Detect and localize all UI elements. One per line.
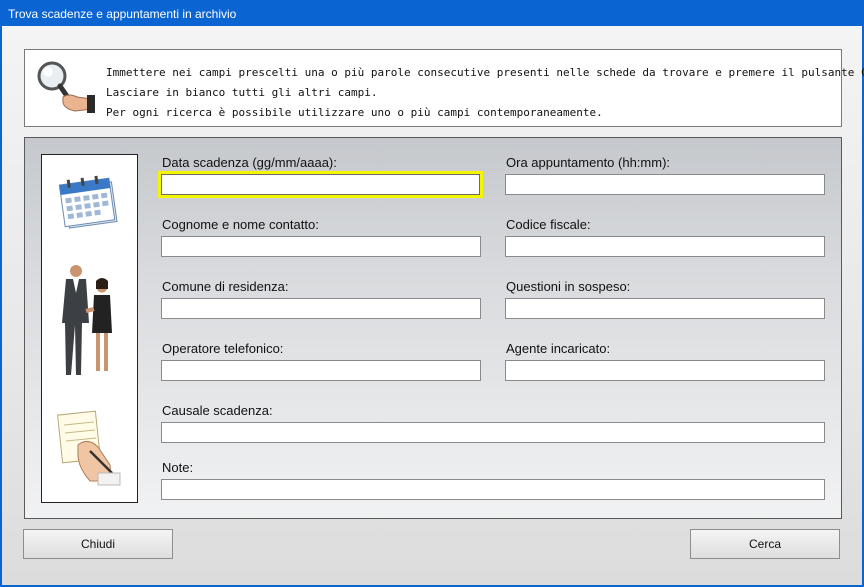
codice-fiscale-label: Codice fiscale: [506, 217, 591, 232]
causale-scadenza-label: Causale scadenza: [162, 403, 273, 418]
dialog-window: Immettere nei campi prescelti una o più … [2, 26, 864, 585]
window-titlebar[interactable]: Trova scadenze e appuntamenti in archivi… [0, 0, 864, 26]
business-people-icon [56, 263, 124, 381]
writing-hand-icon [54, 407, 126, 487]
ora-appuntamento-label: Ora appuntamento (hh:mm): [506, 155, 671, 170]
instruction-line: Per ogni ricerca è possibile utilizzare … [106, 106, 603, 119]
data-scadenza-label: Data scadenza (gg/mm/aaaa): [162, 155, 337, 170]
instruction-line: Lasciare in bianco tutti gli altri campi… [106, 86, 378, 99]
search-form-panel: Data scadenza (gg/mm/aaaa): Ora appuntam… [24, 137, 842, 519]
search-button[interactable]: Cerca [690, 529, 840, 559]
operatore-telefonico-label: Operatore telefonico: [162, 341, 284, 356]
calendar-icon [56, 169, 124, 235]
agente-incaricato-input[interactable] [505, 360, 825, 381]
comune-residenza-label: Comune di residenza: [162, 279, 289, 294]
note-input[interactable] [161, 479, 825, 500]
cognome-nome-label: Cognome e nome contatto: [162, 217, 319, 232]
comune-residenza-input[interactable] [161, 298, 481, 319]
close-button[interactable]: Chiudi [23, 529, 173, 559]
instructions-box: Immettere nei campi prescelti una o più … [24, 49, 864, 127]
questioni-sospeso-label: Questioni in sospeso: [506, 279, 631, 294]
cognome-nome-input[interactable] [161, 236, 481, 257]
instructions-text: Immettere nei campi prescelti una o più … [106, 63, 864, 123]
window-title: Trova scadenze e appuntamenti in archivi… [8, 7, 237, 21]
causale-scadenza-input[interactable] [161, 422, 825, 443]
ora-appuntamento-input[interactable] [505, 174, 825, 195]
data-scadenza-input[interactable] [158, 171, 483, 198]
agente-incaricato-label: Agente incaricato: [506, 341, 611, 356]
codice-fiscale-input[interactable] [505, 236, 825, 257]
instruction-line: Immettere nei campi prescelti una o più … [106, 66, 864, 79]
questioni-sospeso-input[interactable] [505, 298, 825, 319]
note-label: Note: [162, 460, 194, 475]
magnifier-hand-icon [33, 57, 95, 117]
illustration-strip [41, 154, 138, 503]
operatore-telefonico-input[interactable] [161, 360, 481, 381]
